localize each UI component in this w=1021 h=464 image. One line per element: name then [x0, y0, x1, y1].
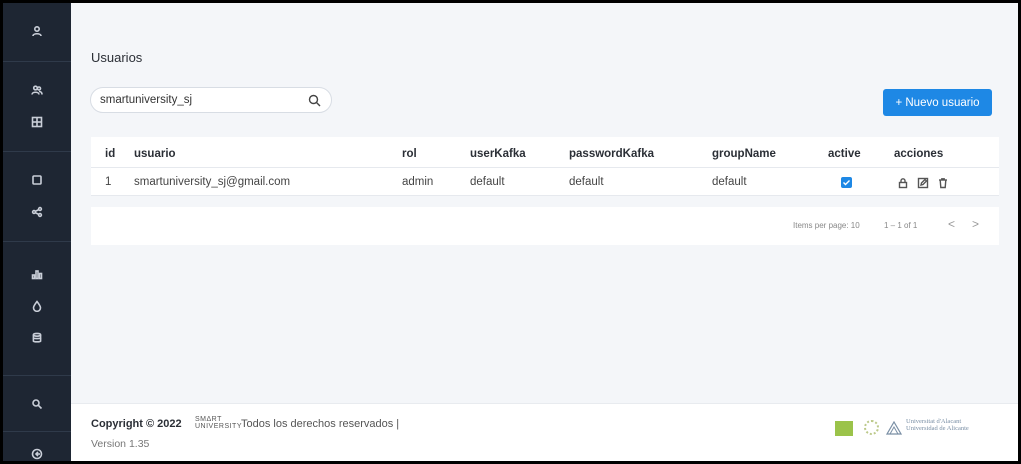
delete-icon[interactable]: [937, 176, 949, 189]
search-icon[interactable]: [308, 94, 321, 107]
col-header-groupname[interactable]: groupName: [712, 148, 776, 160]
university-logo-icon: [886, 421, 902, 435]
partner-logo-green: [835, 421, 853, 436]
active-checkbox[interactable]: [841, 177, 852, 188]
col-header-usuario[interactable]: usuario: [134, 148, 176, 160]
next-page-button[interactable]: >: [972, 217, 979, 231]
cell-usuario: smartuniversity_sj@gmail.com: [134, 176, 291, 188]
paginator: Items per page: 10 1 – 1 of 1 < >: [91, 207, 999, 245]
table-divider: [91, 195, 999, 196]
smart-university-logo: SMΔRT UNIVERSITY: [195, 416, 243, 430]
share-icon[interactable]: [3, 199, 71, 225]
new-user-button[interactable]: + Nuevo usuario: [883, 89, 992, 116]
edit-icon[interactable]: [917, 176, 929, 189]
grid-icon[interactable]: [3, 109, 71, 135]
partner-logo-circle: [864, 420, 879, 435]
rights-text: Todos los derechos reservados |: [241, 418, 400, 430]
users-icon[interactable]: [3, 77, 71, 103]
university-name: Universitat d'Alacant Universidad de Ali…: [906, 418, 969, 432]
database-icon[interactable]: [3, 325, 71, 351]
search-person-icon[interactable]: [3, 391, 71, 417]
sidebar: [3, 3, 71, 461]
col-header-active[interactable]: active: [828, 148, 861, 160]
table-divider: [91, 167, 999, 168]
cell-userkafka: default: [470, 176, 505, 188]
col-header-rol[interactable]: rol: [402, 148, 417, 160]
footer: Copyright © 2022 SMΔRT UNIVERSITY Todos …: [71, 403, 1018, 461]
items-per-page-label[interactable]: Items per page: 10: [793, 221, 860, 230]
col-header-passwordkafka[interactable]: passwordKafka: [569, 148, 654, 160]
cell-id: 1: [105, 176, 112, 188]
app-window: Usuarios + Nuevo usuario id usuario rol …: [3, 3, 1018, 461]
version-text: Version 1.35: [91, 438, 150, 450]
cell-rol: admin: [402, 176, 434, 188]
copyright-text: Copyright © 2022: [91, 418, 182, 430]
col-header-acciones: acciones: [894, 148, 944, 160]
drop-icon[interactable]: [3, 293, 71, 319]
page-title: Usuarios: [91, 50, 143, 65]
users-table: id usuario rol userKafka passwordKafka g…: [91, 137, 999, 196]
square-icon[interactable]: [3, 167, 71, 193]
page-range-label: 1 – 1 of 1: [884, 221, 918, 230]
cell-groupname: default: [712, 176, 747, 188]
user-icon[interactable]: [3, 18, 71, 44]
col-header-userkafka[interactable]: userKafka: [470, 148, 526, 160]
search-input[interactable]: [100, 94, 305, 106]
logout-icon[interactable]: [3, 441, 71, 461]
col-header-id[interactable]: id: [105, 148, 115, 160]
search-box[interactable]: [90, 87, 332, 113]
lock-icon[interactable]: [897, 176, 909, 189]
cell-passwordkafka: default: [569, 176, 604, 188]
prev-page-button[interactable]: <: [948, 217, 955, 231]
main-content: Usuarios + Nuevo usuario id usuario rol …: [71, 3, 1018, 461]
bar-chart-icon[interactable]: [3, 261, 71, 287]
